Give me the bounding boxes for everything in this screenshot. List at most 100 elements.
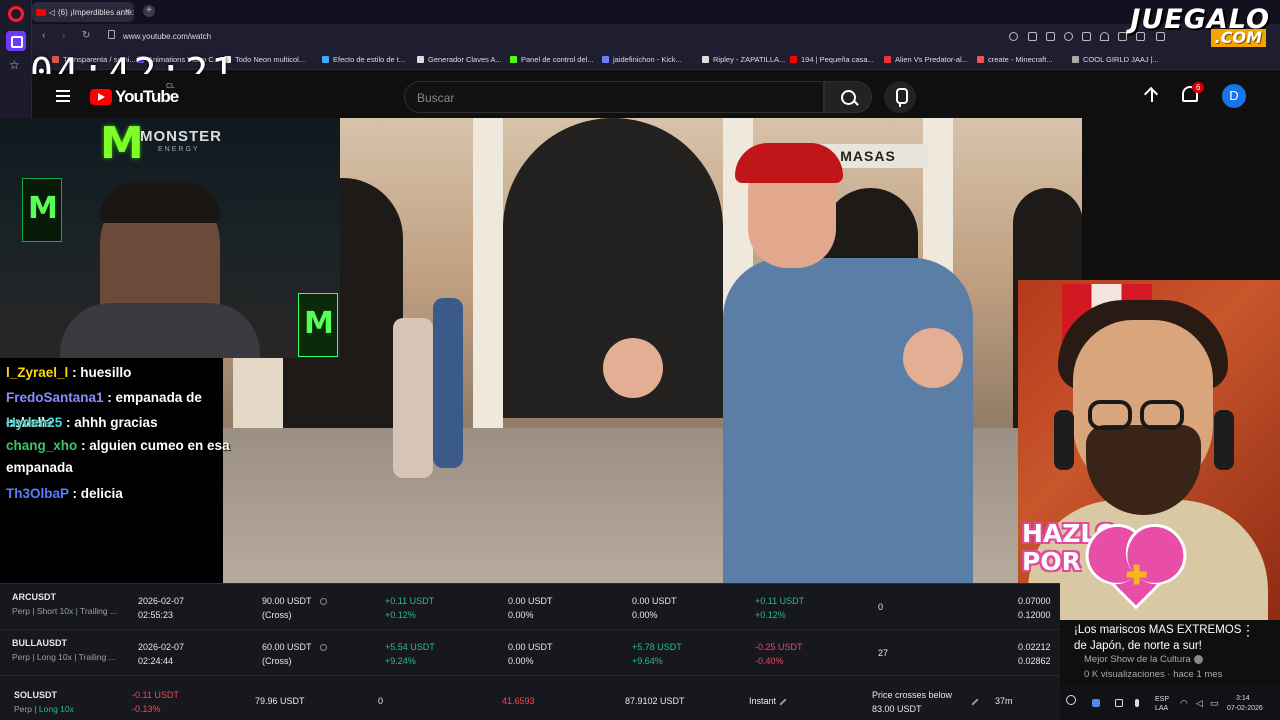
url-field[interactable]: www.youtube.com/watch <box>123 32 211 41</box>
position-time: 02:24:44 <box>138 656 174 666</box>
bookmark-item[interactable]: Efecto de estilo de t... <box>322 55 405 64</box>
recommended-channel[interactable]: Mejor Show de la Cultura <box>1084 654 1203 665</box>
youtube-header: YouTube CL Buscar 6 D <box>32 74 1280 118</box>
camera-icon[interactable] <box>1046 32 1055 41</box>
bookmark-item[interactable]: Generador Claves A... <box>417 55 502 64</box>
translate-icon[interactable] <box>1028 32 1037 41</box>
sol-margin: 79.96 USDT <box>255 696 305 706</box>
reload-icon[interactable]: ↻ <box>82 30 90 41</box>
clock-date[interactable]: 07-02-2026 <box>1227 705 1263 712</box>
bookmark-item[interactable]: COOL GIRLD JAAJ |... <box>1072 55 1159 64</box>
edit-icon[interactable] <box>779 698 787 706</box>
lang-line2[interactable]: LAA <box>1155 705 1168 712</box>
position-c1: 0.00 USDT <box>508 596 553 606</box>
position-row[interactable]: BULLAUSDT Perp | Long 10x | Trailing ... 2… <box>0 630 1060 676</box>
bookmark-item[interactable]: Alien Vs Predator-al... <box>884 55 968 64</box>
search-page-icon[interactable] <box>1009 32 1018 41</box>
position-pnl-pct: +9.24% <box>385 656 416 666</box>
bookmark-item[interactable]: create - Minecraft... <box>977 55 1053 64</box>
tray-app-icon[interactable] <box>1092 699 1100 707</box>
sol-pnl: -0.11 USDT <box>132 690 179 700</box>
forward-icon[interactable]: › <box>62 30 65 41</box>
bookmark-favicon-icon <box>602 56 609 63</box>
power-icon[interactable] <box>1066 695 1076 705</box>
bookmark-label: 194 | Pequeña casa... <box>801 55 874 64</box>
search-button[interactable] <box>824 81 872 113</box>
position-row[interactable]: ARCUSDT Perp | Short 10x | Trailing ... 20… <box>0 584 1060 630</box>
sol-position-row[interactable]: SOLUSDT Perp | Long 10x -0.11 USDT -0.13… <box>0 686 1060 720</box>
channel-name[interactable]: Mejor Show de la Cultura <box>1084 654 1191 665</box>
back-icon[interactable]: ‹ <box>42 30 45 41</box>
sol-condition: Price crosses below <box>872 690 953 700</box>
youtube-wordmark: YouTube <box>115 87 179 106</box>
bookmark-item[interactable]: 194 | Pequeña casa... <box>790 55 874 64</box>
info-icon[interactable] <box>320 644 327 651</box>
youtube-logo[interactable]: YouTube <box>90 87 179 107</box>
position-margin-mode: (Cross) <box>262 656 292 666</box>
info-icon[interactable] <box>320 598 327 605</box>
bookmark-label: COOL GIRLD JAAJ |... <box>1083 55 1159 64</box>
favorite-icon[interactable] <box>1100 32 1109 41</box>
lang-line1[interactable]: ESP <box>1155 696 1169 703</box>
position-c3: -0.25 USDT <box>755 642 803 652</box>
tab-youtube[interactable]: ◁ (6) ¡Imperdibles ante: ✕ <box>32 2 134 22</box>
clock-time[interactable]: 3:14 <box>1236 695 1250 702</box>
position-time: 02:55:23 <box>138 610 174 620</box>
new-tab-button[interactable]: + <box>143 5 155 17</box>
bookmark-label: Panel de control del... <box>521 55 594 64</box>
avatar[interactable]: D <box>1222 84 1246 108</box>
bookmark-favicon-icon <box>510 56 517 63</box>
volume-icon[interactable]: ◁ <box>1196 698 1203 709</box>
menu-icon[interactable] <box>56 90 70 102</box>
position-c2-pct: +9.64% <box>632 656 663 666</box>
chat-username[interactable]: Hyden25 <box>6 415 62 430</box>
position-date: 2026-02-07 <box>138 642 185 652</box>
opera-logo-icon[interactable] <box>8 6 24 22</box>
edit-condition-icon[interactable] <box>971 698 979 706</box>
monster-energy-logo: M MONSTER ENERGY <box>100 118 222 169</box>
position-symbol[interactable]: BULLAUSDT <box>12 636 67 650</box>
vpn-icon[interactable] <box>1064 32 1073 41</box>
sol-zero: 0 <box>378 696 384 706</box>
bookmark-item[interactable]: Ripley - ZAPATILLA... <box>702 55 785 64</box>
stream-chat: l_Zyrael_l : huesillo FredoSantana1 : emp… <box>0 358 230 583</box>
recommended-title[interactable]: ¡Los mariscos MAS EXTREMOS de Japón, de … <box>1074 622 1254 654</box>
verified-icon <box>1193 654 1203 664</box>
position-c2: 0.00 USDT <box>632 596 677 606</box>
more-options-icon[interactable]: ⋮ <box>1241 622 1255 639</box>
chat-message: Th3OlbaP : delicia <box>6 481 251 506</box>
create-icon[interactable] <box>1142 86 1162 106</box>
mic-tray-icon[interactable] <box>1135 699 1139 707</box>
search-input[interactable]: Buscar <box>404 81 824 113</box>
bookmark-item[interactable]: jaidefinichon - Kick... <box>602 55 682 64</box>
workspace-icon[interactable] <box>6 31 26 51</box>
chat-username[interactable]: l_Zyrael_l <box>6 365 68 380</box>
chat-username[interactable]: Th3OlbaP <box>6 486 69 501</box>
tab-close-icon[interactable]: ✕ <box>124 7 131 16</box>
lock-icon[interactable] <box>108 30 115 39</box>
voice-search-icon[interactable] <box>884 81 916 113</box>
extensions-icon[interactable] <box>1082 32 1091 41</box>
bookmark-item[interactable]: Panel de control del... <box>510 55 594 64</box>
pinboard-icon[interactable]: ☆ <box>9 58 20 72</box>
streamer-webcam: M MONSTER ENERGY M M <box>0 118 340 358</box>
tab-bar: ◁ (6) ¡Imperdibles ante: ✕ + <box>32 0 1280 24</box>
chat-username[interactable]: chang_xho <box>6 438 77 453</box>
position-type: Perp | Long 10x | Trailing ... <box>12 652 116 662</box>
tray-app-icon-2[interactable] <box>1115 699 1123 707</box>
chat-message: chang_xho : alguien cumeo en esa empanad… <box>6 435 236 479</box>
sol-symbol[interactable]: SOLUSDT <box>14 688 57 702</box>
speaker-icon[interactable]: ◁ <box>49 8 55 17</box>
chat-text: : huesillo <box>72 365 132 380</box>
battery-icon[interactable]: ▭ <box>1210 698 1219 709</box>
sol-side: Long 10x <box>38 704 74 714</box>
video-player[interactable]: MASAS <box>223 118 1082 583</box>
bookmark-label: create - Minecraft... <box>988 55 1053 64</box>
system-taskbar: ESP LAA ◠ ◁ ▭ 3:14 07-02-2026 <box>1060 686 1280 720</box>
position-symbol[interactable]: ARCUSDT <box>12 590 56 604</box>
chat-username[interactable]: FredoSantana1 <box>6 390 104 405</box>
recommended-video[interactable]: ¡Los mariscos MAS EXTREMOS de Japón, de … <box>1066 620 1280 688</box>
wifi-icon[interactable]: ◠ <box>1180 698 1188 709</box>
position-c1-pct: 0.00% <box>508 656 534 666</box>
monster-brand-text: MONSTER <box>140 128 222 145</box>
